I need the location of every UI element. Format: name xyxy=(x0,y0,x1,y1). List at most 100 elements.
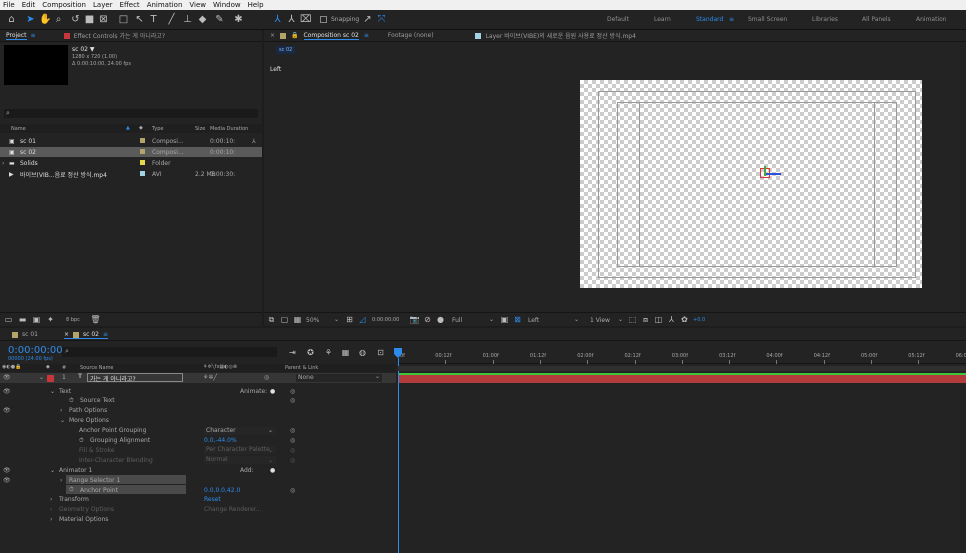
home-icon[interactable]: ⌂ xyxy=(6,14,17,25)
property-value[interactable]: 0.0,0.0,42.0 xyxy=(204,487,240,494)
property-value[interactable]: Change Renderer... xyxy=(204,506,261,513)
workspace-libraries[interactable]: Libraries xyxy=(812,16,838,23)
snap-expand-icon[interactable]: ⤧ xyxy=(376,14,387,25)
property-value[interactable]: 0.0,-44.0% xyxy=(204,437,237,444)
parent-dropdown[interactable]: None xyxy=(296,374,382,382)
column-name[interactable]: Name xyxy=(11,126,26,132)
graph-editor-icon[interactable]: ⊡ xyxy=(375,347,386,358)
viewer-menu-icon[interactable]: ≡ xyxy=(364,32,369,39)
tab-footage[interactable]: Footage (none) xyxy=(388,32,434,39)
grid-icon[interactable]: ⊞ xyxy=(344,314,355,325)
expression-pickwhip-icon[interactable]: ◎ xyxy=(290,487,295,494)
layer-switches-icon[interactable]: ⚘✲╲fx▦◐◎⊗ xyxy=(203,364,237,370)
property-row[interactable]: › Material Options xyxy=(0,515,396,525)
property-value[interactable]: Normal xyxy=(204,456,276,465)
workspace-standard[interactable]: Standard xyxy=(696,16,723,23)
zoom-dropdown[interactable]: 50% xyxy=(306,317,319,324)
interpret-footage-icon[interactable]: ▭ xyxy=(3,314,14,325)
project-item[interactable]: ▶ 바이브(VIB...음료 정산 방식.mp4 AVI 2.2 MB 0:00:30: xyxy=(0,169,262,179)
menu-layer[interactable]: Layer xyxy=(93,1,113,9)
timeline-tab[interactable]: sc 01 xyxy=(12,331,38,338)
column-type[interactable]: Type xyxy=(152,126,163,132)
visibility-eye-icon[interactable]: 👁 xyxy=(3,407,11,414)
viewer-timecode[interactable]: 0:00:00:00 xyxy=(372,317,399,323)
3d-view-chevron-icon[interactable]: ⌄ xyxy=(574,316,579,323)
timeline-search-input[interactable]: ⌕ xyxy=(62,347,277,357)
workspace-animation[interactable]: Animation xyxy=(916,16,947,23)
view-layout-chevron-icon[interactable]: ⌄ xyxy=(618,316,623,323)
frame-blending-icon[interactable]: ▦ xyxy=(340,347,351,358)
expression-pickwhip-icon[interactable]: ◎ xyxy=(290,447,295,454)
expression-pickwhip-icon[interactable]: ◎ xyxy=(290,457,295,464)
tab-layer[interactable]: Layer 바이브(VIBE)의 새로운 음원 사용료 정산 방식.mp4 xyxy=(486,31,636,40)
color-channel-icon[interactable]: ● xyxy=(435,314,446,325)
parent-chevron-icon[interactable]: ⌄ xyxy=(375,373,380,380)
roto-brush-tool-icon[interactable]: ✎ xyxy=(214,14,225,25)
flowchart-icon[interactable]: ⅄ xyxy=(252,138,256,145)
parent-link-column[interactable]: Parent & Link xyxy=(285,365,318,371)
workspace-small-screen[interactable]: Small Screen xyxy=(748,16,787,23)
column-size[interactable]: Size xyxy=(195,126,205,132)
menu-composition[interactable]: Composition xyxy=(42,1,86,9)
property-row[interactable]: › Transform Reset xyxy=(0,495,396,505)
property-row[interactable]: ⌄ More Options xyxy=(0,416,396,426)
comp-mini-flowchart-icon[interactable]: ⇥ xyxy=(287,347,298,358)
layer-name[interactable]: 가는 게 아니라고? xyxy=(87,373,183,383)
menu-file[interactable]: File xyxy=(3,1,15,9)
property-value[interactable]: Reset xyxy=(204,496,221,503)
display-icon[interactable]: ▢ xyxy=(279,314,290,325)
stopwatch-icon[interactable]: ⏱ xyxy=(69,486,74,494)
property-value[interactable]: Per Character Palette xyxy=(204,446,276,455)
item-label-swatch[interactable] xyxy=(140,160,145,165)
tab-project[interactable]: Project xyxy=(6,32,27,40)
expand-arrow-icon[interactable]: › xyxy=(50,516,52,523)
lock-icon[interactable]: 🔒 xyxy=(291,32,298,39)
av-switches-icon[interactable]: ◉◐●🔒 xyxy=(2,364,21,370)
visibility-eye-icon[interactable]: 👁 xyxy=(3,388,11,395)
shy-layers-icon[interactable]: ⚘ xyxy=(323,347,334,358)
comp-nav-chip[interactable]: sc 02 xyxy=(276,46,296,54)
zoom-tool-icon[interactable]: ⌕ xyxy=(53,14,64,25)
menu-window[interactable]: Window xyxy=(213,1,241,9)
visibility-eye-icon[interactable]: 👁 xyxy=(3,467,11,474)
hand-tool-icon[interactable]: ✋ xyxy=(39,14,51,25)
dropdown-chevron-icon[interactable]: ⌄ xyxy=(268,447,273,454)
visibility-eye-icon[interactable]: 👁 xyxy=(3,477,11,484)
label-column-icon[interactable]: ◆ xyxy=(139,125,143,131)
3d-view-dropdown[interactable]: Left xyxy=(528,317,539,324)
expand-arrow-icon[interactable]: › xyxy=(2,160,4,167)
property-row[interactable]: 👁 ⌄ Animator 1 Add: ● xyxy=(0,465,396,475)
composition-canvas[interactable] xyxy=(580,80,922,288)
add-property-icon[interactable]: ● xyxy=(270,467,275,474)
project-item[interactable]: › ▬ Solids Folder xyxy=(0,158,262,168)
column-media-duration[interactable]: Media Duration xyxy=(210,126,248,132)
item-label-swatch[interactable] xyxy=(140,171,145,176)
y-axis-gizmo[interactable] xyxy=(764,166,766,176)
parent-pickwhip-icon[interactable]: ◎ xyxy=(264,374,269,381)
current-time-display[interactable]: 0:00:00:00 xyxy=(8,345,63,356)
video-visibility-icon[interactable]: 👁 xyxy=(3,374,11,381)
number-column[interactable]: # xyxy=(62,365,66,371)
trash-icon[interactable]: 🗑 xyxy=(90,314,101,325)
expression-pickwhip-icon[interactable]: ◎ xyxy=(290,388,295,395)
region-of-interest-icon[interactable]: ▣ xyxy=(499,314,510,325)
transparency-grid-icon[interactable]: ⊠ xyxy=(512,314,523,325)
sort-icon[interactable]: ▲ xyxy=(126,125,130,131)
menu-edit[interactable]: Edit xyxy=(22,1,36,9)
motion-blur-icon[interactable]: ◍ xyxy=(357,347,368,358)
exposure-icon[interactable]: ✿ xyxy=(679,314,690,325)
property-row[interactable]: 👁 › Path Options xyxy=(0,406,396,416)
menu-help[interactable]: Help xyxy=(248,1,264,9)
property-row[interactable]: Anchor Point Grouping Character ⌄ ◎ xyxy=(0,426,396,436)
current-time-indicator[interactable] xyxy=(398,358,399,553)
snap-options-icon[interactable]: ↗ xyxy=(362,14,373,25)
panel-menu-icon[interactable]: ≡ xyxy=(31,32,36,39)
x-axis-gizmo[interactable] xyxy=(765,173,781,175)
timeline-menu-icon[interactable]: ≡ xyxy=(103,331,108,338)
fast-previews-icon[interactable]: ⧈ xyxy=(640,314,651,325)
puppet-tool-icon[interactable]: ✱ xyxy=(233,14,244,25)
property-row[interactable]: Fill & Stroke Per Character Palette ⌄ ◎ xyxy=(0,445,396,455)
rotate-tool-icon[interactable]: ↺ xyxy=(70,14,81,25)
new-folder-icon[interactable]: ▬ xyxy=(17,314,28,325)
pan-behind-tool-icon[interactable]: ⊠ xyxy=(98,14,109,25)
